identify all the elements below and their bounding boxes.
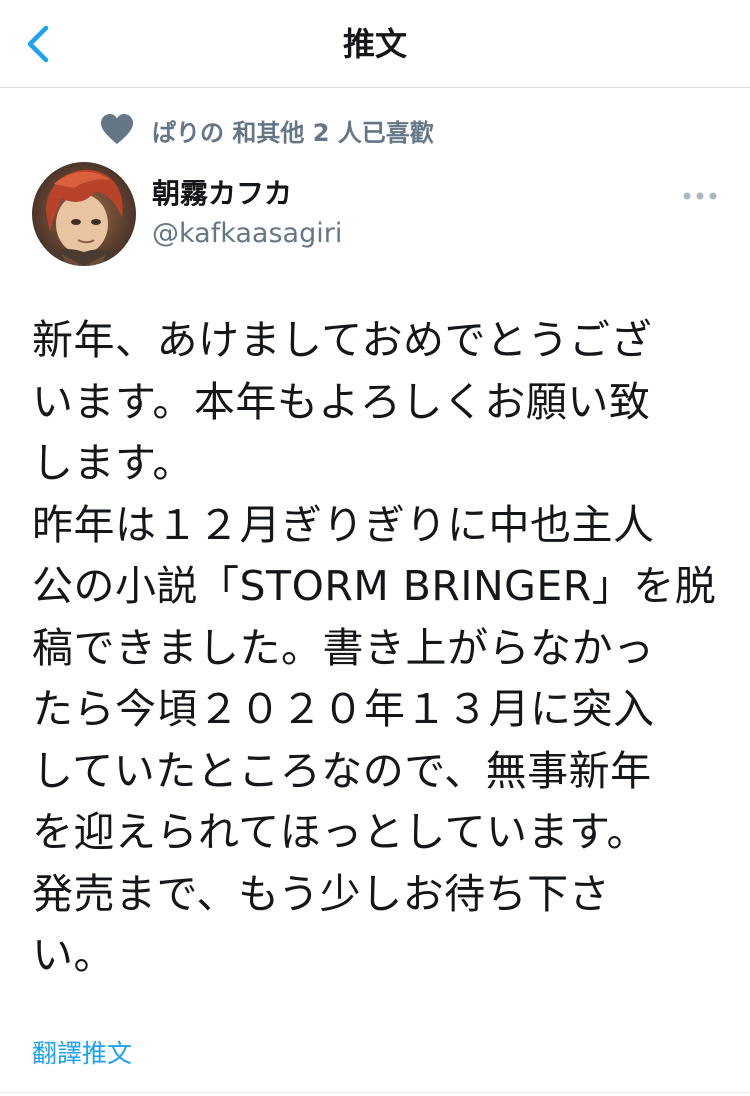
- tweet-text-line: 昨年は１２月ぎりぎりに中也主人: [32, 500, 655, 549]
- tweet-text: 新年、あけましておめでとうござ います。本年もよろしくお願い致 します。昨年は１２月…: [32, 310, 722, 987]
- avatar-image: [32, 162, 136, 266]
- avatar[interactable]: [32, 162, 136, 266]
- tweet-text-line: たら今頃２０２０年１３月に突入: [32, 685, 655, 733]
- page-title: 推文: [342, 25, 407, 63]
- tweet-text-line: していたところなので、無事新年: [32, 746, 652, 795]
- divider: [0, 1092, 750, 1093]
- translate-tweet-link[interactable]: 翻譯推文: [32, 1036, 132, 1072]
- heart-icon: [101, 114, 133, 144]
- tweet-text-line: します。: [32, 439, 194, 487]
- tweet-text-line: います。本年もよろしくお願い致: [32, 377, 651, 426]
- more-options-button[interactable]: [680, 184, 720, 208]
- tweet-text-line: を迎えられてほっとしています。: [32, 808, 648, 856]
- more-dots-icon: [683, 192, 717, 200]
- liked-by-text: ぱりの 和其他 2 人已喜歡: [152, 118, 434, 147]
- tweet-text-line: 稿できました。書き上がらなかっ: [32, 623, 655, 672]
- tweet-text-line: い。: [32, 931, 115, 979]
- tweet-text-line: 公の小説「STORM BRINGER」を脱: [32, 562, 717, 610]
- liked-by-context[interactable]: ぱりの 和其他 2 人已喜歡: [100, 110, 434, 150]
- tweet-text-line: 発売まで、もう少しお待ち下さ: [32, 869, 611, 918]
- top-nav-bar: 推文: [0, 0, 750, 88]
- author-display-name[interactable]: 朝霧カフカ: [152, 176, 292, 212]
- tweet-text-line: 新年、あけましておめでとうござ: [32, 316, 653, 364]
- author-handle[interactable]: @kafkaasagiri: [152, 216, 342, 252]
